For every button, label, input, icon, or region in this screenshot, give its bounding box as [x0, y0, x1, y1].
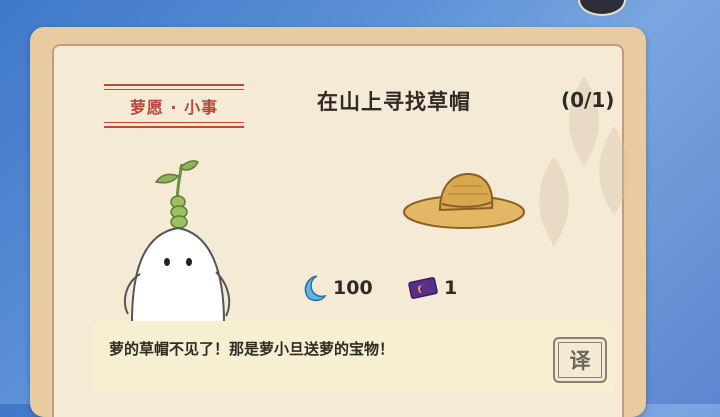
- reward-moon-crystal: 100: [299, 274, 373, 302]
- quest-card-inner: 萝愿 · 小事 在山上寻找草帽 (0/1) 100 1 萝的草帽不见了！那是萝小…: [52, 44, 629, 417]
- top-menu-button[interactable]: [578, 0, 626, 16]
- quest-card: 萝愿 · 小事 在山上寻找草帽 (0/1) 100 1 萝的草帽不见了！那是萝小…: [30, 27, 646, 417]
- reward-ticket: 1: [406, 274, 457, 302]
- reward-ticket-amount: 1: [444, 277, 458, 299]
- reward-moon-amount: 100: [333, 277, 373, 299]
- radish-creature-icon: [123, 160, 231, 322]
- quest-category-tag: 萝愿 · 小事: [104, 84, 244, 128]
- quest-title: 在山上寻找草帽: [317, 90, 471, 114]
- straw-hat-icon: [403, 172, 525, 229]
- dialog-box: 萝的草帽不见了！那是萝小旦送萝的宝物！ 译: [93, 321, 615, 393]
- ticket-icon: [408, 277, 438, 299]
- translate-button[interactable]: 译: [553, 337, 607, 383]
- moon-crystal-icon: [304, 275, 327, 302]
- dialog-text: 萝的草帽不见了！那是萝小旦送萝的宝物！: [109, 340, 395, 358]
- quest-progress: (0/1): [561, 88, 615, 112]
